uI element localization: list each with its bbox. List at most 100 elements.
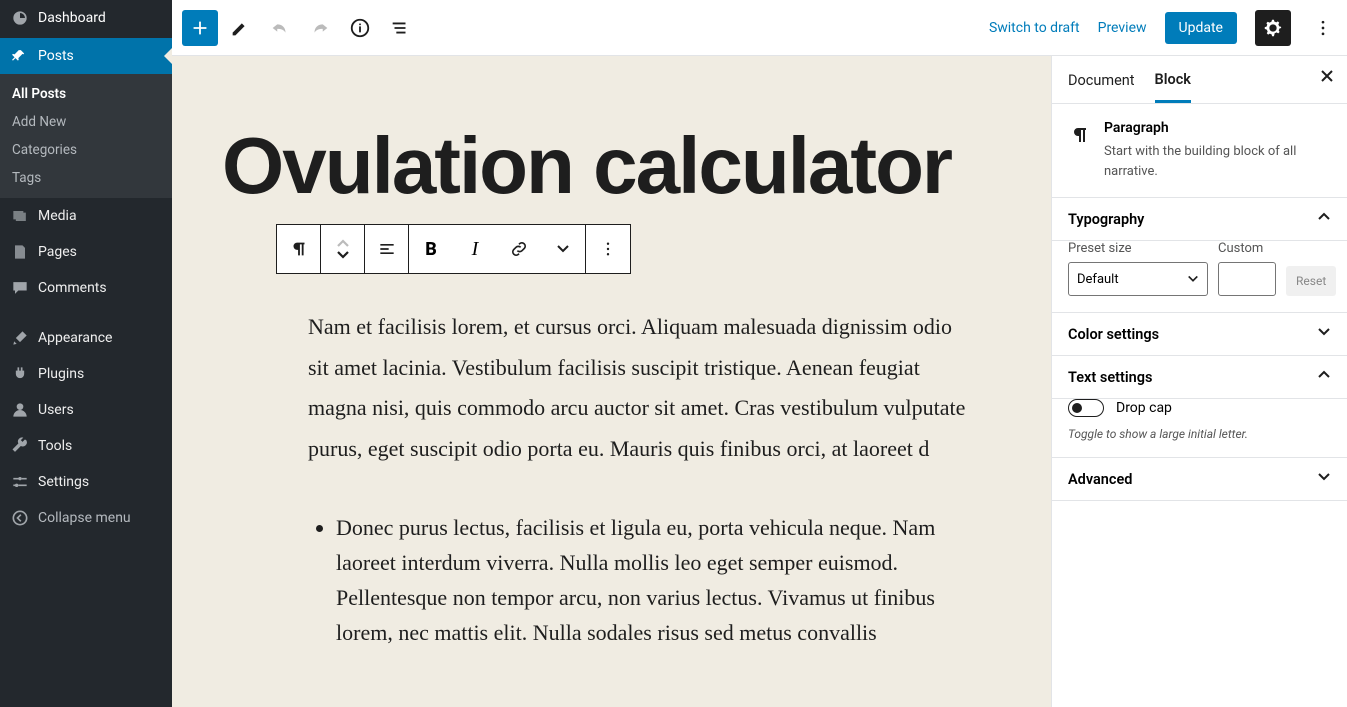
media-icon [10, 206, 30, 226]
link-button[interactable] [497, 225, 541, 273]
block-type-button[interactable] [277, 225, 321, 273]
redo-button[interactable] [302, 10, 338, 46]
sidebar-submenu-posts: All Posts Add New Categories Tags [0, 74, 172, 198]
sidebar-collapse-label: Collapse menu [38, 510, 131, 526]
sidebar-label-comments: Comments [38, 280, 107, 296]
collapse-icon [10, 508, 30, 528]
advanced-section[interactable]: Advanced [1052, 458, 1347, 501]
text-settings-body: Drop cap Toggle to show a large initial … [1052, 399, 1347, 458]
brush-icon [10, 328, 30, 348]
chevron-down-icon [336, 249, 350, 259]
post-title[interactable]: Ovulation calculator [222, 126, 1001, 206]
link-icon [509, 239, 529, 259]
preview-button[interactable]: Preview [1098, 20, 1147, 36]
sidebar-label-media: Media [38, 208, 77, 224]
sidebar-label-pages: Pages [38, 244, 77, 260]
chevron-down-icon [1317, 470, 1331, 488]
switch-to-draft-button[interactable]: Switch to draft [989, 20, 1080, 36]
panel-close-button[interactable] [1319, 68, 1335, 89]
reset-button[interactable]: Reset [1286, 266, 1336, 296]
sidebar-item-dashboard[interactable]: Dashboard [0, 0, 172, 38]
list-item[interactable]: Donec purus lectus, facilisis et ligula … [336, 510, 968, 651]
paragraph-icon [1068, 123, 1092, 147]
chevron-down-icon [1317, 325, 1331, 343]
sidebar-label-users: Users [38, 402, 74, 418]
more-rich-text-button[interactable] [541, 225, 585, 273]
more-options-button[interactable] [1309, 10, 1337, 46]
sidebar-sub-categories[interactable]: Categories [0, 136, 172, 164]
chevron-up-icon [1317, 210, 1331, 228]
sidebar-sub-add-new[interactable]: Add New [0, 108, 172, 136]
custom-size-label: Custom [1218, 241, 1276, 256]
sliders-icon [10, 472, 30, 492]
chevron-up-icon [336, 239, 350, 249]
italic-button[interactable]: I [453, 225, 497, 273]
list-block[interactable]: Donec purus lectus, facilisis et ligula … [308, 510, 968, 651]
color-settings-title: Color settings [1068, 326, 1159, 343]
sidebar-label-posts: Posts [38, 48, 74, 64]
info-icon [349, 17, 371, 39]
preset-size-value: Default [1077, 272, 1119, 287]
editor-canvas[interactable]: Ovulation calculator [clearblue-ovulatio… [172, 56, 1051, 707]
sidebar-collapse-button[interactable]: Collapse menu [0, 500, 172, 536]
outline-button[interactable] [382, 10, 418, 46]
sidebar-item-users[interactable]: Users [0, 392, 172, 428]
advanced-title: Advanced [1068, 471, 1132, 488]
custom-size-input[interactable] [1218, 262, 1276, 296]
sidebar-item-comments[interactable]: Comments [0, 270, 172, 306]
edit-mode-button[interactable] [222, 10, 258, 46]
close-icon [1319, 68, 1335, 84]
sidebar-sub-all-posts[interactable]: All Posts [0, 80, 172, 108]
list-icon [389, 17, 411, 39]
text-settings-title: Text settings [1068, 369, 1152, 386]
chevron-up-icon [1317, 368, 1331, 386]
sidebar-label-settings: Settings [38, 474, 89, 490]
sidebar-item-settings[interactable]: Settings [0, 464, 172, 500]
block-name: Paragraph [1104, 120, 1331, 136]
kebab-icon [1313, 18, 1333, 38]
users-icon [10, 400, 30, 420]
wrench-icon [10, 436, 30, 456]
sidebar-label-plugins: Plugins [38, 366, 84, 382]
plus-icon [189, 17, 211, 39]
preset-size-select[interactable]: Default [1068, 262, 1208, 296]
sidebar-item-media[interactable]: Media [0, 198, 172, 234]
color-settings-section[interactable]: Color settings [1052, 313, 1347, 356]
sidebar-item-tools[interactable]: Tools [0, 428, 172, 464]
block-toolbar: B I [276, 224, 631, 274]
update-button[interactable]: Update [1165, 12, 1237, 44]
sidebar-item-appearance[interactable]: Appearance [0, 320, 172, 356]
undo-icon [269, 17, 291, 39]
drop-cap-toggle[interactable] [1068, 399, 1104, 417]
sidebar-item-plugins[interactable]: Plugins [0, 356, 172, 392]
sidebar-sub-tags[interactable]: Tags [0, 164, 172, 192]
sidebar-label-dashboard: Dashboard [38, 10, 106, 26]
block-move-buttons[interactable] [321, 225, 365, 273]
typography-body: Preset size Default Custom Reset [1052, 241, 1347, 313]
sidebar-item-posts[interactable]: Posts [0, 38, 172, 74]
info-button[interactable] [342, 10, 378, 46]
undo-button[interactable] [262, 10, 298, 46]
tab-document[interactable]: Document [1068, 58, 1135, 101]
chevron-down-icon [556, 242, 570, 256]
text-settings-header[interactable]: Text settings [1052, 356, 1347, 399]
settings-panel: Document Block Paragraph Start with the … [1051, 56, 1347, 707]
block-description: Start with the building block of all nar… [1104, 142, 1331, 181]
add-block-button[interactable] [182, 10, 218, 46]
align-button[interactable] [365, 225, 409, 273]
block-more-button[interactable] [586, 225, 630, 273]
typography-title: Typography [1068, 211, 1144, 228]
tab-block[interactable]: Block [1155, 57, 1191, 103]
pin-icon [10, 46, 30, 66]
gear-icon [1262, 17, 1284, 39]
paragraph-icon [288, 238, 310, 260]
redo-icon [309, 17, 331, 39]
settings-toggle-button[interactable] [1255, 10, 1291, 46]
paragraph-block-body[interactable]: Nam et facilisis lorem, et cursus orci. … [308, 307, 968, 470]
comments-icon [10, 278, 30, 298]
bold-button[interactable]: B [409, 225, 453, 273]
typography-section-header[interactable]: Typography [1052, 198, 1347, 241]
sidebar-item-pages[interactable]: Pages [0, 234, 172, 270]
pages-icon [10, 242, 30, 262]
pencil-icon [229, 17, 251, 39]
